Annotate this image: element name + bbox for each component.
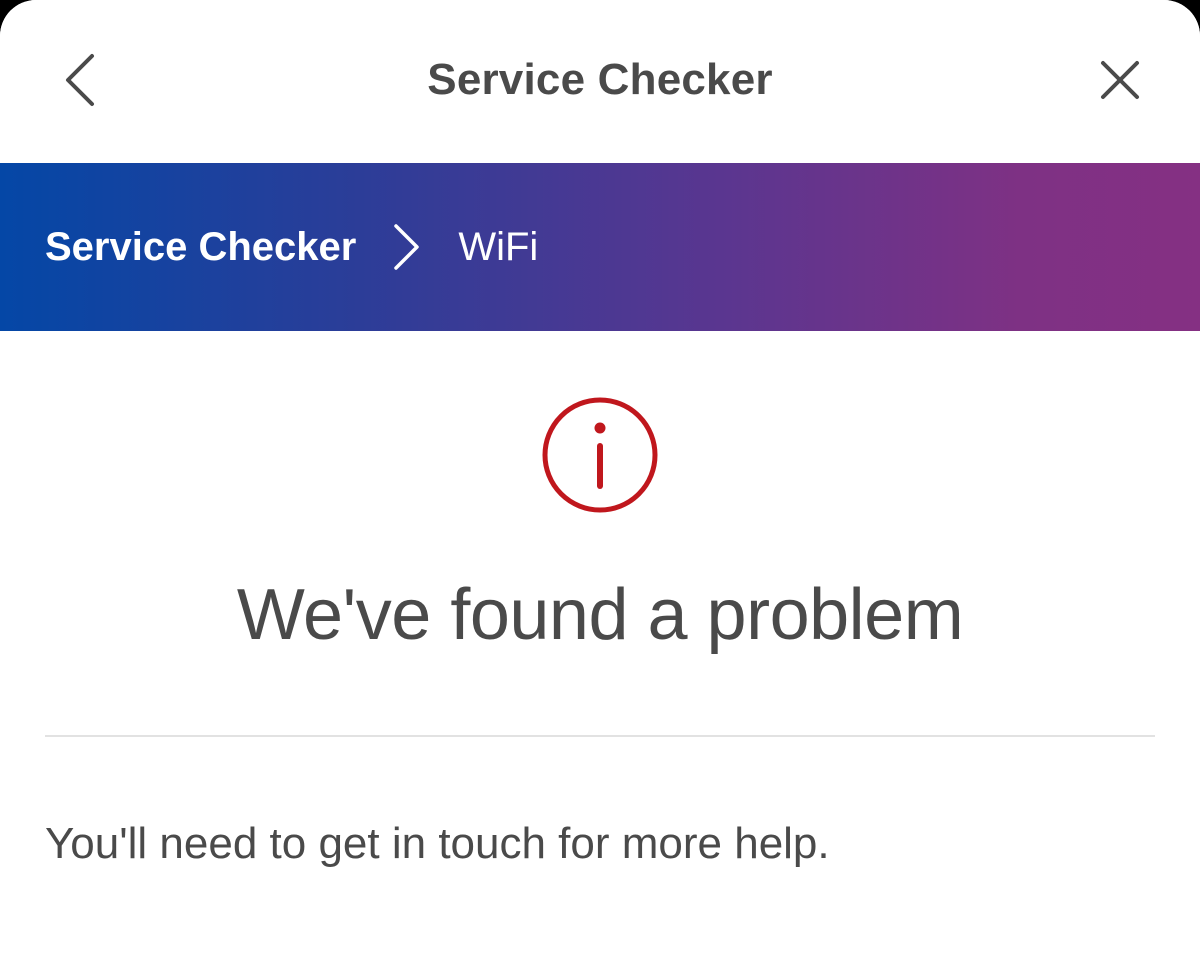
breadcrumb: Service Checker WiFi [0, 163, 1200, 331]
chevron-left-icon [66, 54, 94, 106]
close-button[interactable] [1084, 44, 1156, 116]
info-icon [542, 397, 658, 513]
chevron-right-icon [386, 222, 426, 272]
problem-headline: We've found a problem [236, 575, 964, 655]
breadcrumb-root-link[interactable]: Service Checker [45, 225, 356, 270]
breadcrumb-current: WiFi [458, 224, 539, 269]
app-bar: Service Checker [0, 0, 1200, 163]
divider [45, 735, 1155, 737]
close-icon [1101, 61, 1139, 99]
back-button[interactable] [44, 44, 116, 116]
help-message: You'll need to get in touch for more hel… [45, 819, 830, 868]
page-title: Service Checker [427, 55, 773, 104]
service-checker-screen: Service Checker Service Checker WiFi We'… [0, 0, 1200, 969]
